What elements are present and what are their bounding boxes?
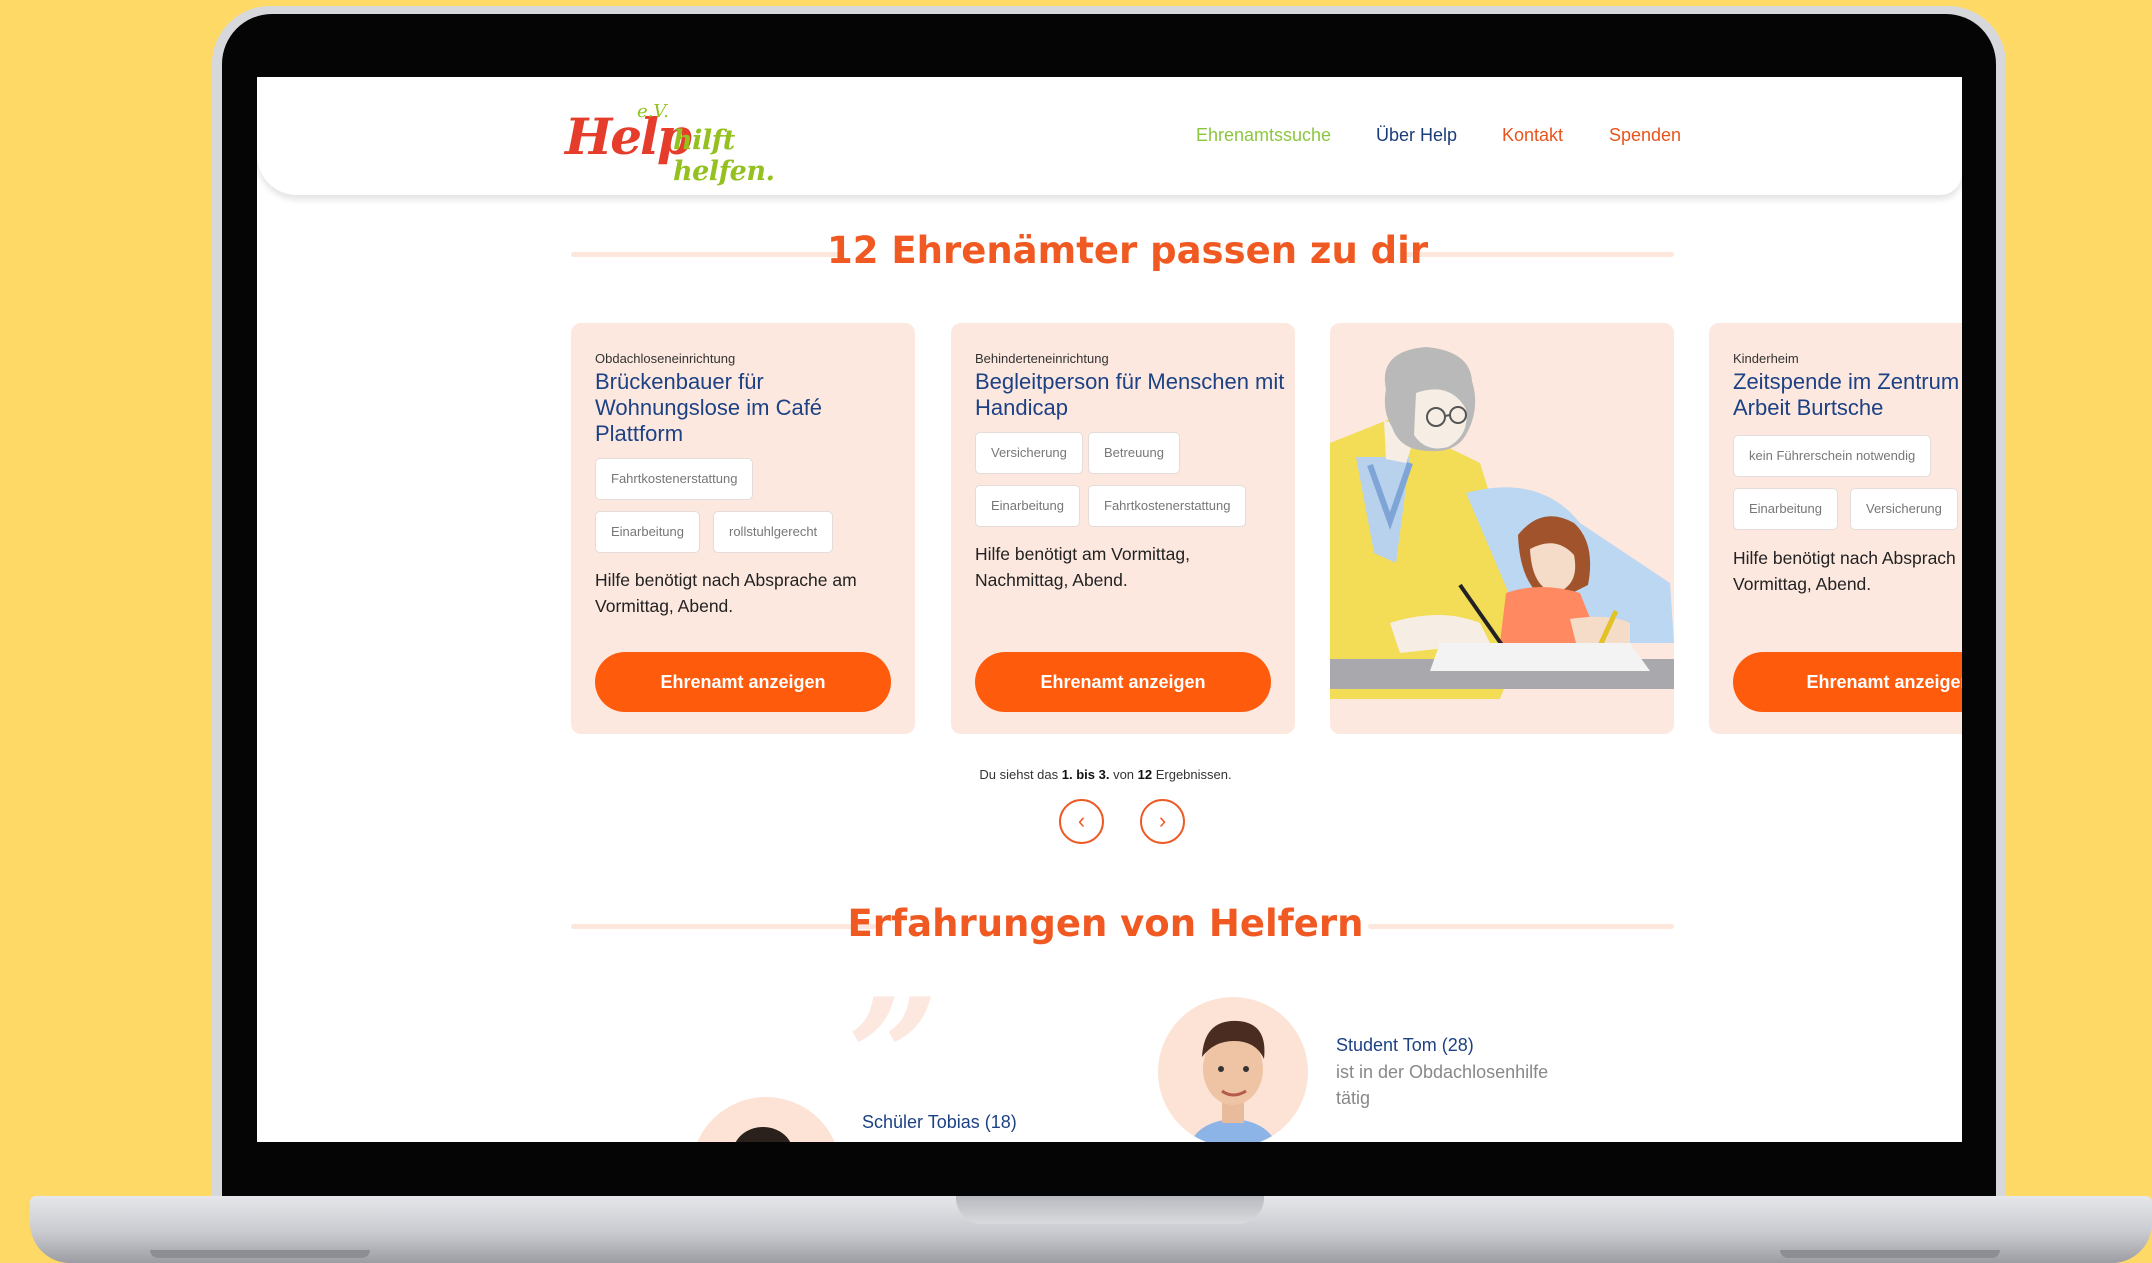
tag-chip: Fahrtkostenerstattung — [595, 458, 754, 500]
show-volunteer-button[interactable]: Ehrenamt anzeigen — [975, 652, 1271, 712]
card-availability: Hilfe benötigt nach Absprache am Vormitt… — [595, 570, 857, 616]
result-count-total: 12 — [1137, 767, 1153, 782]
volunteer-card: Obdachloseneinrichtung Brückenbauer für … — [571, 323, 915, 734]
tag-chip: Versicherung — [975, 432, 1083, 474]
chevron-left-icon: ‹ — [1077, 808, 1086, 833]
title-divider-right — [1404, 252, 1674, 257]
testimonial-name: Student Tom (28) — [1336, 1035, 1474, 1055]
title-divider-left — [571, 252, 841, 257]
card-category: Obdachloseneinrichtung — [595, 351, 736, 366]
result-count-suffix: Ergebnissen. — [1152, 767, 1232, 782]
testimonials-title: Erfahrungen von Helfern — [847, 902, 1364, 945]
nav-link-kontakt[interactable]: Kontakt — [1502, 125, 1563, 146]
card-title[interactable]: Zeitspende im Zentrum soziale Arbeit Bur… — [1733, 369, 1962, 421]
card-title[interactable]: Brückenbauer für Wohnungslose im Café Pl… — [595, 369, 905, 447]
card-category: Kinderheim — [1733, 351, 1799, 366]
result-count-range: 1. bis 3. — [1061, 767, 1110, 782]
title-divider-right — [1368, 924, 1674, 929]
card-availability: Hilfe benötigt am Vormittag, Nachmittag,… — [975, 544, 1190, 590]
testimonial-description: ist in der Obdachlosenhilfe tätig — [1336, 1062, 1549, 1108]
next-page-button[interactable]: › — [1140, 799, 1185, 844]
results-title: 12 Ehrenämter passen zu dir — [827, 229, 1429, 272]
nav-link-ehrenamtssuche[interactable]: Ehrenamtssuche — [1196, 125, 1331, 146]
website-screen: Help e.V. hilft helfen. Ehrenamtssuche Ü… — [257, 77, 1962, 1142]
logo[interactable]: Help e.V. hilft helfen. — [565, 97, 805, 187]
volunteer-card: Kinderheim Zeitspende im Zentrum soziale… — [1709, 323, 1962, 734]
tag-chip: Einarbeitung — [595, 511, 700, 553]
tag-chip: Einarbeitung — [975, 485, 1080, 527]
logo-wordmark: Help — [565, 107, 692, 166]
show-volunteer-button[interactable]: Ehrenamt anzeigen — [595, 652, 891, 712]
laptop-foot — [150, 1250, 370, 1258]
result-count: Du siehst das 1. bis 3. von 12 Ergebniss… — [657, 767, 1554, 782]
tag-chip: Fahrtkostenerstattung — [1088, 485, 1247, 527]
volunteer-illustration — [1330, 323, 1674, 734]
tag-chip: rollstuhlgerecht — [713, 511, 834, 553]
result-count-middle: von — [1109, 767, 1138, 782]
tag-chip: Versicherung — [1850, 488, 1958, 530]
avatar — [691, 1097, 841, 1142]
tag-chip: Einarbeitung — [1733, 488, 1838, 530]
nav-link-spenden[interactable]: Spenden — [1609, 125, 1681, 146]
tag-chip: Betreuung — [1088, 432, 1180, 474]
card-availability: Hilfe benötigt nach Absprach Vormittag, … — [1733, 548, 1956, 594]
avatar-illustration — [1190, 1020, 1276, 1142]
illustration-card — [1330, 323, 1674, 734]
card-title[interactable]: Begleitperson für Menschen mit Handicap — [975, 369, 1285, 421]
logo-ev: e.V. — [637, 101, 669, 122]
logo-claim: hilft helfen. — [673, 125, 775, 187]
prev-page-button[interactable]: ‹ — [1059, 799, 1104, 844]
nav-link-ueber-help[interactable]: Über Help — [1376, 125, 1457, 146]
testimonial-name: Schüler Tobias (18) — [862, 1112, 1017, 1132]
volunteer-card: Behinderteneinrichtung Begleitperson für… — [951, 323, 1295, 734]
site-header: Help e.V. hilft helfen. Ehrenamtssuche Ü… — [257, 77, 1962, 195]
laptop-foot — [1780, 1250, 2000, 1258]
avatar — [1158, 997, 1308, 1142]
chevron-right-icon: › — [1158, 808, 1167, 833]
show-volunteer-button[interactable]: Ehrenamt anzeigen — [1733, 652, 1962, 712]
result-count-prefix: Du siehst das — [979, 767, 1062, 782]
laptop-notch — [956, 1196, 1264, 1224]
card-category: Behinderteneinrichtung — [975, 351, 1109, 366]
avatar-illustration — [735, 1127, 791, 1142]
tag-chip: kein Führerschein notwendig — [1733, 435, 1932, 477]
